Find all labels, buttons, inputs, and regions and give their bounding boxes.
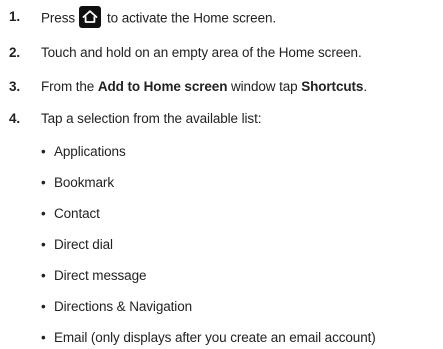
step-1-after: to activate the Home screen.: [107, 10, 277, 26]
option-label: Direct message: [54, 268, 147, 283]
bullet-icon: •: [41, 268, 46, 283]
list-item: • Bookmark: [41, 174, 114, 192]
add-to-home-screen-label: Add to Home screen: [97, 79, 228, 94]
option-label: Directions & Navigation: [54, 299, 193, 314]
step-number: 3.: [9, 79, 21, 94]
option-label: Contact: [54, 206, 100, 221]
step-3-suffix: .: [363, 79, 367, 94]
bullet-icon: •: [41, 237, 46, 252]
step-3-prefix: From the: [41, 79, 98, 94]
list-item: • Directions & Navigation: [41, 298, 192, 316]
bullet-icon: •: [41, 206, 46, 221]
option-label: Direct dial: [54, 237, 113, 252]
bullet-icon: •: [41, 299, 46, 314]
bullet-icon: •: [41, 330, 46, 345]
home-key-icon: [79, 6, 102, 28]
bullet-icon: •: [41, 175, 46, 190]
step-text: From the Add to Home screen window tap S…: [41, 78, 367, 96]
instructions-page: { "steps": [ { "number": "1.", "before":…: [0, 0, 443, 349]
step-1-before: Press: [41, 10, 76, 26]
list-item: • Applications: [41, 143, 126, 161]
step-text: Tap a selection from the available list:: [41, 111, 262, 126]
list-item: • Email (only displays after you create a…: [41, 329, 376, 347]
option-label: Applications: [54, 144, 126, 159]
shortcuts-label: Shortcuts: [301, 79, 364, 94]
list-item: • Contact: [41, 205, 100, 223]
step-text: Touch and hold on an empty area of the H…: [41, 45, 362, 60]
step-number: 1.: [9, 9, 21, 24]
step-text: Press to activate the Home screen.: [41, 6, 277, 30]
step-number: 2.: [9, 45, 21, 60]
option-label: Bookmark: [54, 175, 114, 190]
list-item: • Direct message: [41, 267, 146, 285]
list-item: • Direct dial: [41, 236, 113, 254]
bullet-icon: •: [41, 144, 46, 159]
option-label: Email (only displays after you create an…: [54, 330, 376, 345]
step-number: 4.: [9, 111, 21, 126]
step-3-middle: window tap: [227, 79, 302, 94]
